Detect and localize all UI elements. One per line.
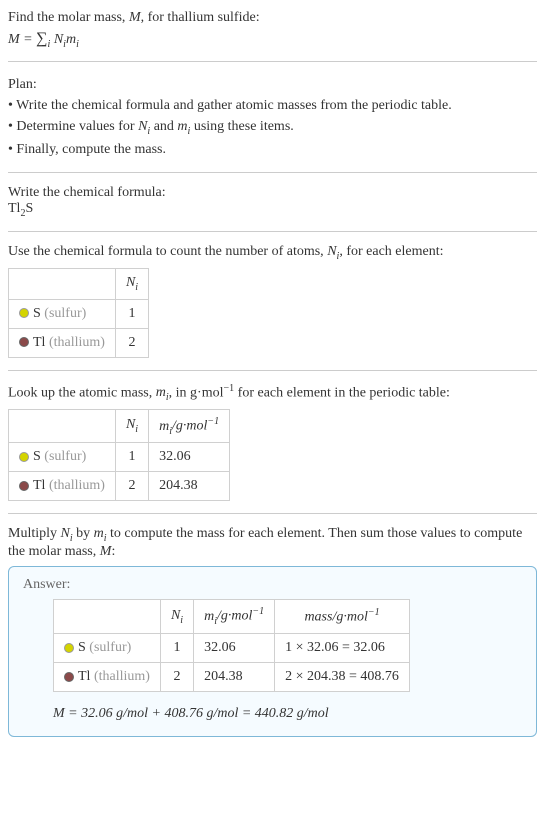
element-label: (sulfur) — [89, 640, 131, 655]
mass-table: Ni mi/g·mol−1 S (sulfur) 1 32.06 Tl (tha… — [8, 409, 230, 501]
thallium-dot-icon — [19, 337, 29, 347]
plan-section: Plan: • Write the chemical formula and g… — [8, 74, 537, 160]
divider — [8, 370, 537, 371]
answer-table: Ni mi/g·mol−1 mass/g·mol−1 S (sulfur) 1 … — [53, 599, 410, 691]
n-value: 1 — [160, 633, 193, 662]
th-n: Ni — [115, 268, 148, 299]
n-value: 1 — [115, 443, 148, 472]
element-cell: Tl (thallium) — [54, 662, 161, 691]
m-value: 32.06 — [194, 633, 275, 662]
element-cell: S (sulfur) — [9, 299, 116, 328]
element-symbol: Tl — [78, 669, 90, 684]
table-row: S (sulfur) 1 32.06 — [9, 443, 230, 472]
element-symbol: S — [33, 449, 41, 464]
plan-item-3: • Finally, compute the mass. — [8, 139, 537, 160]
th-element — [9, 410, 116, 443]
molar-mass-formula: M = ∑i Nimi — [8, 30, 537, 50]
element-cell: Tl (thallium) — [9, 328, 116, 357]
n-value: 1 — [115, 299, 148, 328]
answer-box: Answer: Ni mi/g·mol−1 mass/g·mol−1 S (su… — [8, 566, 537, 736]
table-row: Tl (thallium) 2 204.38 — [9, 472, 230, 501]
th-n: Ni — [160, 600, 193, 633]
table-row: S (sulfur) 1 32.06 1 × 32.06 = 32.06 — [54, 633, 410, 662]
element-symbol: Tl — [33, 335, 45, 350]
intro-text: Find the molar mass, M, for thallium sul… — [8, 8, 537, 28]
divider — [8, 513, 537, 514]
element-symbol: Tl — [33, 478, 45, 493]
m-value: 204.38 — [194, 662, 275, 691]
element-label: (thallium) — [94, 669, 150, 684]
compute-section: Multiply Ni by mi to compute the mass fo… — [8, 526, 537, 736]
sulfur-dot-icon — [19, 452, 29, 462]
m-value: 32.06 — [149, 443, 230, 472]
element-label: (thallium) — [49, 478, 105, 493]
plan-item-2: • Determine values for Ni and mi using t… — [8, 116, 537, 139]
mass-value: 1 × 32.06 = 32.06 — [275, 633, 410, 662]
element-symbol: S — [33, 306, 41, 321]
th-element — [54, 600, 161, 633]
count-table: Ni S (sulfur) 1 Tl (thallium) 2 — [8, 268, 149, 358]
final-answer: M = 32.06 g/mol + 408.76 g/mol = 440.82 … — [53, 706, 522, 722]
m-value: 204.38 — [149, 472, 230, 501]
th-n: Ni — [115, 410, 148, 443]
sulfur-dot-icon — [64, 643, 74, 653]
table-row: Tl (thallium) 2 204.38 2 × 204.38 = 408.… — [54, 662, 410, 691]
count-section: Use the chemical formula to count the nu… — [8, 244, 537, 358]
intro-section: Find the molar mass, M, for thallium sul… — [8, 8, 537, 49]
table-row: S (sulfur) 1 — [9, 299, 149, 328]
table-row: Tl (thallium) 2 — [9, 328, 149, 357]
element-label: (sulfur) — [44, 449, 86, 464]
n-value: 2 — [160, 662, 193, 691]
element-cell: S (sulfur) — [54, 633, 161, 662]
plan-header: Plan: — [8, 74, 537, 95]
answer-label: Answer: — [23, 577, 522, 593]
mass-header: Look up the atomic mass, mi, in g·mol−1 … — [8, 383, 537, 403]
element-cell: Tl (thallium) — [9, 472, 116, 501]
th-mass: mass/g·mol−1 — [275, 600, 410, 633]
n-value: 2 — [115, 328, 148, 357]
chemical-formula: Tl2S — [8, 201, 537, 219]
th-m: mi/g·mol−1 — [194, 600, 275, 633]
formula-header: Write the chemical formula: — [8, 185, 537, 201]
table-header-row: Ni — [9, 268, 149, 299]
sulfur-dot-icon — [19, 308, 29, 318]
formula-section: Write the chemical formula: Tl2S — [8, 185, 537, 219]
count-header: Use the chemical formula to count the nu… — [8, 244, 537, 262]
th-element — [9, 268, 116, 299]
mass-section: Look up the atomic mass, mi, in g·mol−1 … — [8, 383, 537, 502]
thallium-dot-icon — [64, 672, 74, 682]
mass-value: 2 × 204.38 = 408.76 — [275, 662, 410, 691]
divider — [8, 231, 537, 232]
element-cell: S (sulfur) — [9, 443, 116, 472]
table-header-row: Ni mi/g·mol−1 mass/g·mol−1 — [54, 600, 410, 633]
compute-header: Multiply Ni by mi to compute the mass fo… — [8, 526, 537, 560]
element-label: (sulfur) — [44, 306, 86, 321]
n-value: 2 — [115, 472, 148, 501]
plan-item-1: • Write the chemical formula and gather … — [8, 95, 537, 116]
divider — [8, 61, 537, 62]
table-header-row: Ni mi/g·mol−1 — [9, 410, 230, 443]
thallium-dot-icon — [19, 481, 29, 491]
element-symbol: S — [78, 640, 86, 655]
th-m: mi/g·mol−1 — [149, 410, 230, 443]
element-label: (thallium) — [49, 335, 105, 350]
divider — [8, 172, 537, 173]
